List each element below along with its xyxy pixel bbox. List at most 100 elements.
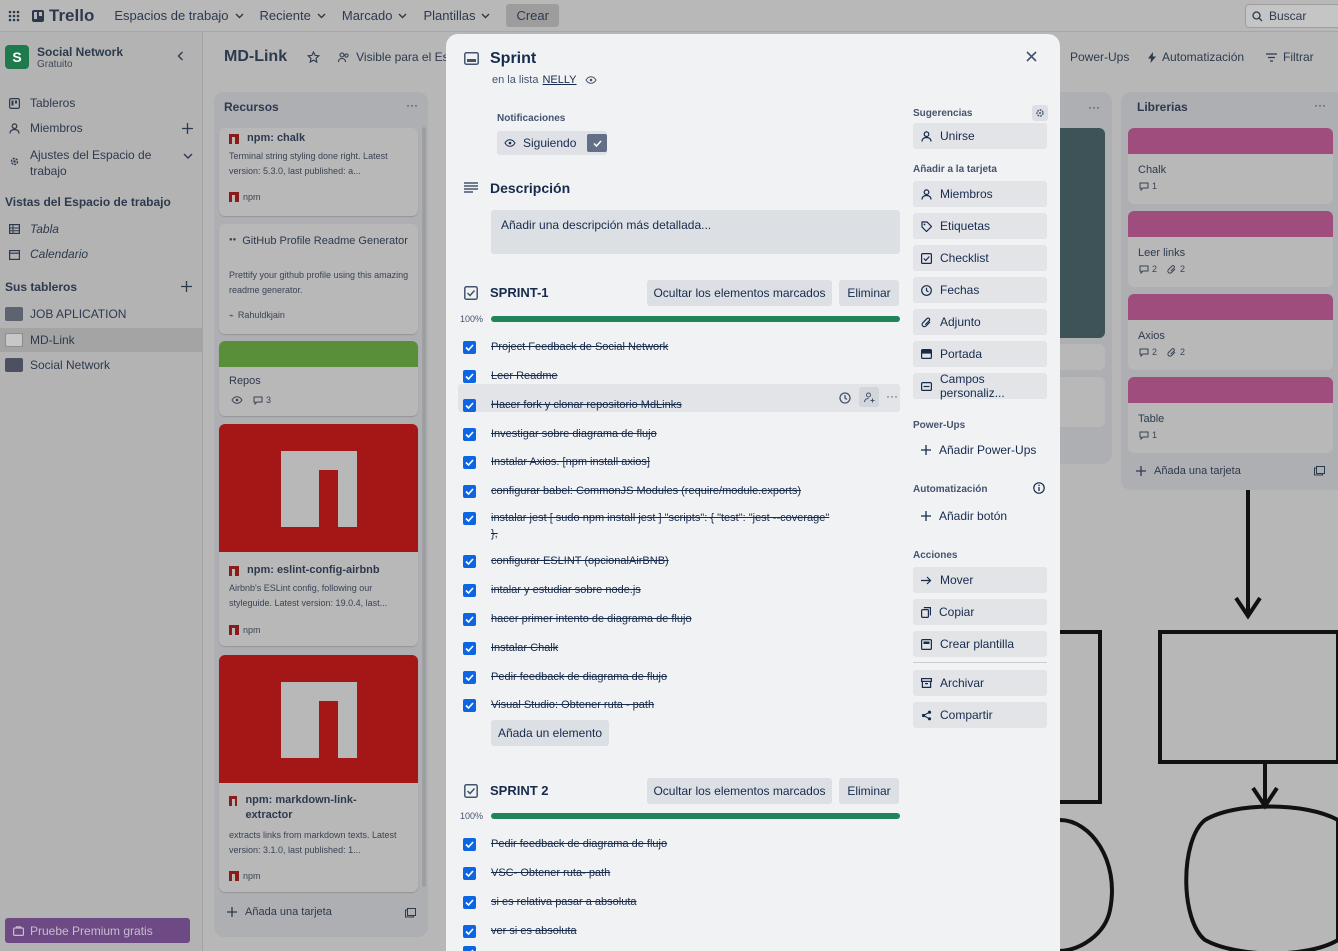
- checked-checkbox[interactable]: [463, 370, 476, 383]
- description-input[interactable]: Añadir una descripción más detallada...: [491, 210, 900, 254]
- miembros-button[interactable]: Miembros: [913, 181, 1047, 207]
- etiquetas-button[interactable]: Etiquetas: [913, 213, 1047, 239]
- sidebar-item-members[interactable]: Miembros: [0, 121, 203, 135]
- card-github-readme-generator[interactable]: ●● GitHub Profile Readme Generator Pretti…: [219, 224, 418, 334]
- compartir-button[interactable]: Compartir: [913, 702, 1047, 728]
- sidebar-board-job-aplication[interactable]: JOB APLICATION: [0, 307, 203, 321]
- create-button[interactable]: Crear: [506, 4, 559, 27]
- checked-checkbox[interactable]: [463, 699, 476, 712]
- try-premium-button[interactable]: Pruebe Premium gratis: [5, 918, 190, 943]
- checklist-item[interactable]: Pedir feedback de diagrama de flujo: [491, 669, 831, 685]
- card-leer-links[interactable]: Leer links 22: [1128, 211, 1333, 287]
- checked-checkbox[interactable]: [463, 456, 476, 469]
- board-title[interactable]: MD-Link: [224, 48, 287, 66]
- delete-checklist-button[interactable]: Eliminar: [839, 778, 899, 804]
- checklist-item[interactable]: Hacer fork y clonar repositorio MdLinks: [491, 397, 831, 413]
- adjunto-button[interactable]: Adjunto: [913, 309, 1047, 335]
- close-icon[interactable]: [1026, 51, 1037, 62]
- hide-checked-items-button[interactable]: Ocultar los elementos marcados: [647, 778, 832, 804]
- list-title[interactable]: Librerias: [1137, 100, 1188, 114]
- checklist-item[interactable]: instalar jest [ sudo npm install jest ] …: [491, 510, 831, 542]
- card-chalk[interactable]: Chalk 1: [1128, 128, 1333, 204]
- checked-checkbox[interactable]: [463, 838, 476, 851]
- checklist-item[interactable]: Leer Readme: [491, 368, 831, 384]
- nav-recent[interactable]: Reciente: [260, 8, 326, 23]
- mover-button[interactable]: Mover: [913, 567, 1047, 593]
- checklist-item[interactable]: configurar ESLINT (opcionalAirBNB): [491, 553, 831, 569]
- checklist-item[interactable]: ver si es absoluta: [491, 923, 831, 939]
- card-title[interactable]: Sprint: [490, 50, 536, 68]
- add-card-button[interactable]: Añada una tarjeta: [227, 906, 332, 918]
- checked-checkbox[interactable]: [463, 671, 476, 684]
- checked-checkbox[interactable]: [463, 485, 476, 498]
- card-repos[interactable]: Repos 3: [219, 341, 418, 416]
- checklist-item[interactable]: configurar babel: CommonJS Modules (requ…: [491, 483, 831, 499]
- checklist-title[interactable]: SPRINT-1: [490, 285, 549, 300]
- sidebar-item-table-view[interactable]: Tabla: [0, 222, 203, 236]
- sidebar-item-boards[interactable]: Tableros: [0, 96, 203, 110]
- checklist-button[interactable]: Checklist: [913, 245, 1047, 271]
- assign-member-icon[interactable]: [859, 387, 879, 407]
- sidebar-board-md-link[interactable]: MD-Link: [0, 328, 203, 352]
- workspace-name[interactable]: Social Network: [37, 45, 123, 59]
- info-icon[interactable]: [1033, 482, 1045, 494]
- checklist-item[interactable]: si es relativa pasar a absoluta: [491, 894, 831, 910]
- checklist-item[interactable]: intalar y estudiar sobre node.js: [491, 582, 831, 598]
- checked-checkbox[interactable]: [463, 925, 476, 938]
- item-more-icon[interactable]: ···: [886, 390, 898, 402]
- add-card-button[interactable]: Añada una tarjeta: [1136, 465, 1241, 477]
- checked-checkbox[interactable]: [463, 584, 476, 597]
- list-link[interactable]: NELLY: [542, 74, 576, 86]
- chevron-down-icon[interactable]: [183, 153, 193, 160]
- following-toggle[interactable]: Siguiendo: [497, 131, 607, 155]
- checklist-item[interactable]: Instalar Axios. [npm install axios]: [491, 454, 831, 470]
- collapse-sidebar-icon[interactable]: [177, 51, 184, 61]
- add-member-icon[interactable]: [182, 122, 193, 134]
- list-menu-icon[interactable]: ···: [1088, 100, 1100, 114]
- portada-button[interactable]: Portada: [913, 341, 1047, 367]
- checklist-item[interactable]: Project Feedback de Social Network: [491, 339, 831, 355]
- nav-workspaces[interactable]: Espacios de trabajo: [114, 8, 244, 23]
- create-from-template-icon[interactable]: [405, 908, 416, 918]
- checklist-item[interactable]: Investigar sobre diagrama de flujo: [491, 426, 831, 442]
- checked-checkbox[interactable]: [463, 555, 476, 568]
- filter-button[interactable]: Filtrar: [1266, 50, 1314, 64]
- checked-checkbox[interactable]: [463, 428, 476, 441]
- list-menu-icon[interactable]: ···: [1314, 98, 1326, 112]
- checklist-title[interactable]: SPRINT 2: [490, 783, 549, 798]
- checked-checkbox[interactable]: [463, 642, 476, 655]
- checked-checkbox[interactable]: [463, 613, 476, 626]
- card-axios[interactable]: Axios 22: [1128, 294, 1333, 370]
- archivar-button[interactable]: Archivar: [913, 670, 1047, 696]
- trello-logo[interactable]: Trello: [32, 6, 94, 26]
- sidebar-item-calendar-view[interactable]: Calendario: [0, 247, 203, 261]
- delete-checklist-button[interactable]: Eliminar: [839, 280, 899, 306]
- add-checklist-item-button[interactable]: Añada un elemento: [491, 720, 609, 746]
- checked-checkbox[interactable]: [463, 341, 476, 354]
- add-board-icon[interactable]: [181, 281, 192, 292]
- copiar-button[interactable]: Copiar: [913, 599, 1047, 625]
- checklist-item[interactable]: Pedir feedback de diagrama de flujo: [491, 836, 831, 852]
- visibility-button[interactable]: Visible para el Esp: [338, 50, 455, 64]
- workspace-avatar[interactable]: S: [5, 45, 29, 69]
- checked-checkbox[interactable]: [463, 896, 476, 909]
- checklist-item[interactable]: Visual Studio: Obtener ruta - path: [491, 697, 831, 713]
- add-button-button[interactable]: Añadir botón: [913, 503, 1047, 529]
- join-button[interactable]: Unirse: [913, 123, 1047, 149]
- list-title[interactable]: Recursos: [224, 100, 279, 114]
- card-table[interactable]: Table 1: [1128, 377, 1333, 453]
- list-scrollbar[interactable]: [422, 127, 426, 887]
- checked-checkbox[interactable]: [463, 512, 476, 525]
- card-npm-chalk[interactable]: npm: chalk Terminal string styling done …: [219, 128, 418, 216]
- list-menu-icon[interactable]: ···: [406, 98, 418, 112]
- fechas-button[interactable]: Fechas: [913, 277, 1047, 303]
- app-switcher-icon[interactable]: [8, 10, 20, 22]
- hide-checked-items-button[interactable]: Ocultar los elementos marcados: [647, 280, 832, 306]
- checked-checkbox[interactable]: [463, 867, 476, 880]
- card-markdown-link-extractor[interactable]: npm: markdown-link-extractor extracts li…: [219, 655, 418, 892]
- sidebar-item-workspace-settings[interactable]: Ajustes del Espacio de trabajo: [0, 147, 203, 179]
- star-icon[interactable]: [307, 50, 321, 64]
- powerups-button[interactable]: Power-Ups: [1070, 50, 1129, 64]
- nav-starred[interactable]: Marcado: [342, 8, 408, 23]
- checklist-item[interactable]: hacer primer intento de diagrama de fluj…: [491, 611, 831, 627]
